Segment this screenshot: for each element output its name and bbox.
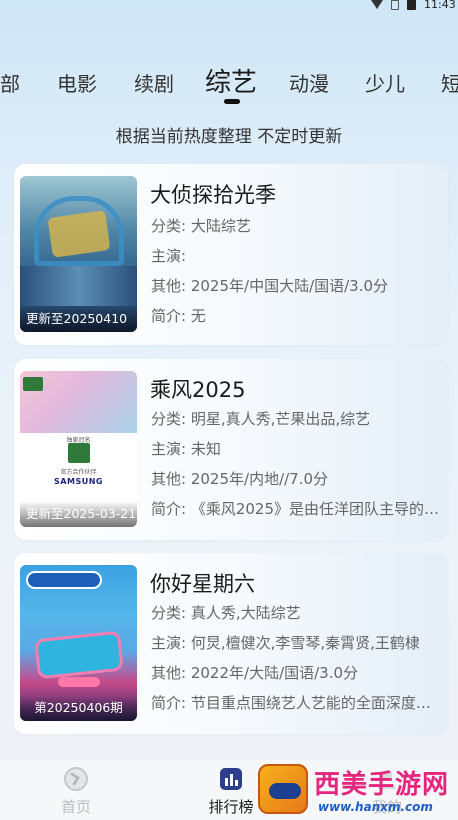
poster-art bbox=[58, 677, 100, 687]
intro-value: 节目重点围绕艺人艺能的全面深度挖掘 bbox=[190, 694, 441, 712]
show-cast-row: 主演: 何炅,檀健次,李雪琴,秦霄贤,王鹤棣 bbox=[151, 632, 441, 653]
poster-logo bbox=[23, 377, 43, 391]
cast-label: 主演: bbox=[151, 440, 187, 458]
tab-kids[interactable]: 少儿 bbox=[365, 68, 405, 97]
poster-art bbox=[20, 266, 137, 306]
category-value: 大陆综艺 bbox=[190, 217, 251, 235]
other-label: 其他: bbox=[151, 277, 187, 295]
cast-label: 主演: bbox=[151, 634, 187, 652]
show-category-row: 分类: 明星,真人秀,芒果出品,综艺 bbox=[151, 408, 441, 429]
show-intro-row: 简介: 无 bbox=[151, 305, 441, 326]
gamepad-shape bbox=[269, 783, 301, 799]
category-value: 真人秀,大陆综艺 bbox=[190, 604, 301, 622]
tab-short[interactable]: 短 bbox=[441, 68, 458, 97]
show-other-row: 其他: 2025年/内地//7.0分 bbox=[151, 468, 441, 489]
tab-anime[interactable]: 动漫 bbox=[289, 68, 329, 97]
poster-logo bbox=[26, 571, 102, 589]
home-icon bbox=[64, 767, 88, 791]
show-title[interactable]: 你好星期六 bbox=[150, 568, 255, 598]
show-intro-row: 简介: 节目重点围绕艺人艺能的全面深度挖掘 bbox=[151, 692, 441, 713]
show-cast-row: 主演: 未知 bbox=[151, 438, 441, 459]
watermark-title: 西美手游网 bbox=[314, 770, 450, 800]
nav-home[interactable]: 首页 bbox=[41, 766, 111, 817]
poster-partner-text: 官方合作伙伴 bbox=[60, 469, 97, 476]
category-label: 分类: bbox=[151, 604, 187, 622]
show-title[interactable]: 乘风2025 bbox=[150, 374, 245, 404]
battery-icon bbox=[407, 0, 416, 10]
category-label: 分类: bbox=[151, 217, 187, 235]
gamepad-logo-icon bbox=[258, 764, 308, 814]
other-label: 其他: bbox=[151, 664, 187, 682]
tab-all[interactable]: 部 bbox=[0, 68, 20, 97]
show-other-row: 其他: 2022年/大陆/国语/3.0分 bbox=[151, 662, 441, 683]
ranking-subtitle: 根据当前热度整理 不定时更新 bbox=[115, 127, 343, 147]
show-category-row: 分类: 真人秀,大陆综艺 bbox=[151, 602, 441, 623]
cast-value: 未知 bbox=[190, 440, 221, 458]
cast-value: 何炅,檀健次,李雪琴,秦霄贤,王鹤棣 bbox=[190, 634, 420, 652]
cast-label: 主演: bbox=[151, 247, 187, 265]
show-poster[interactable]: 独家冠名 官方合作伙伴 SAMSUNG 更新至2025-03-21 bbox=[20, 371, 137, 527]
show-poster[interactable]: 第20250406期 bbox=[20, 565, 137, 721]
tab-series[interactable]: 续剧 bbox=[134, 68, 174, 97]
show-intro-row: 简介: 《乘风2025》是由任洋团队主导的… bbox=[151, 498, 441, 519]
poster-brand-logo bbox=[68, 443, 90, 463]
intro-label: 简介: bbox=[151, 500, 187, 518]
ranking-chart-icon bbox=[220, 768, 242, 790]
show-card[interactable]: 更新至20250410 大侦探拾光季 分类: 大陆综艺 主演: 其他: 2025… bbox=[14, 164, 448, 345]
other-value: 2025年/内地//7.0分 bbox=[190, 470, 329, 488]
intro-label: 简介: bbox=[151, 307, 187, 325]
show-card[interactable]: 第20250406期 你好星期六 分类: 真人秀,大陆综艺 主演: 何炅,檀健次… bbox=[14, 553, 448, 734]
show-category-row: 分类: 大陆综艺 bbox=[151, 215, 441, 236]
other-value: 2022年/大陆/国语/3.0分 bbox=[190, 664, 359, 682]
show-card[interactable]: 独家冠名 官方合作伙伴 SAMSUNG 更新至2025-03-21 乘风2025… bbox=[14, 359, 448, 540]
show-title[interactable]: 大侦探拾光季 bbox=[150, 179, 276, 209]
nav-home-label: 首页 bbox=[60, 798, 91, 816]
tab-variety[interactable]: 综艺 bbox=[205, 62, 257, 99]
active-tab-indicator bbox=[224, 99, 240, 104]
poster-art bbox=[47, 210, 111, 258]
poster-update-caption: 更新至2025-03-21 bbox=[20, 501, 137, 527]
sim-icon bbox=[391, 0, 399, 10]
tab-movies[interactable]: 电影 bbox=[57, 68, 97, 97]
category-value: 明星,真人秀,芒果出品,综艺 bbox=[190, 410, 371, 428]
show-poster[interactable]: 更新至20250410 bbox=[20, 176, 137, 332]
status-icons: 11:43 bbox=[371, 0, 458, 11]
status-time: 11:43 bbox=[424, 0, 456, 11]
category-label: 分类: bbox=[151, 410, 187, 428]
poster-samsung-text: SAMSUNG bbox=[54, 477, 103, 486]
other-value: 2025年/中国大陆/国语/3.0分 bbox=[190, 277, 389, 295]
show-cast-row: 主演: bbox=[151, 245, 441, 266]
nav-ranking-label: 排行榜 bbox=[208, 798, 254, 816]
poster-episode-caption: 第20250406期 bbox=[20, 695, 137, 721]
site-watermark: 西美手游网 www.hanxm.com bbox=[258, 762, 458, 818]
intro-value: 《乘风2025》是由任洋团队主导的… bbox=[190, 500, 440, 518]
show-other-row: 其他: 2025年/中国大陆/国语/3.0分 bbox=[151, 275, 441, 296]
intro-label: 简介: bbox=[151, 694, 187, 712]
wifi-icon bbox=[371, 0, 383, 9]
poster-update-caption: 更新至20250410 bbox=[20, 306, 137, 332]
nav-ranking[interactable]: 排行榜 bbox=[196, 766, 266, 817]
poster-art bbox=[34, 630, 124, 680]
watermark-url: www.hanxm.com bbox=[318, 800, 433, 814]
status-bar: 11:43 bbox=[0, 0, 458, 12]
other-label: 其他: bbox=[151, 470, 187, 488]
intro-value: 无 bbox=[190, 307, 206, 325]
